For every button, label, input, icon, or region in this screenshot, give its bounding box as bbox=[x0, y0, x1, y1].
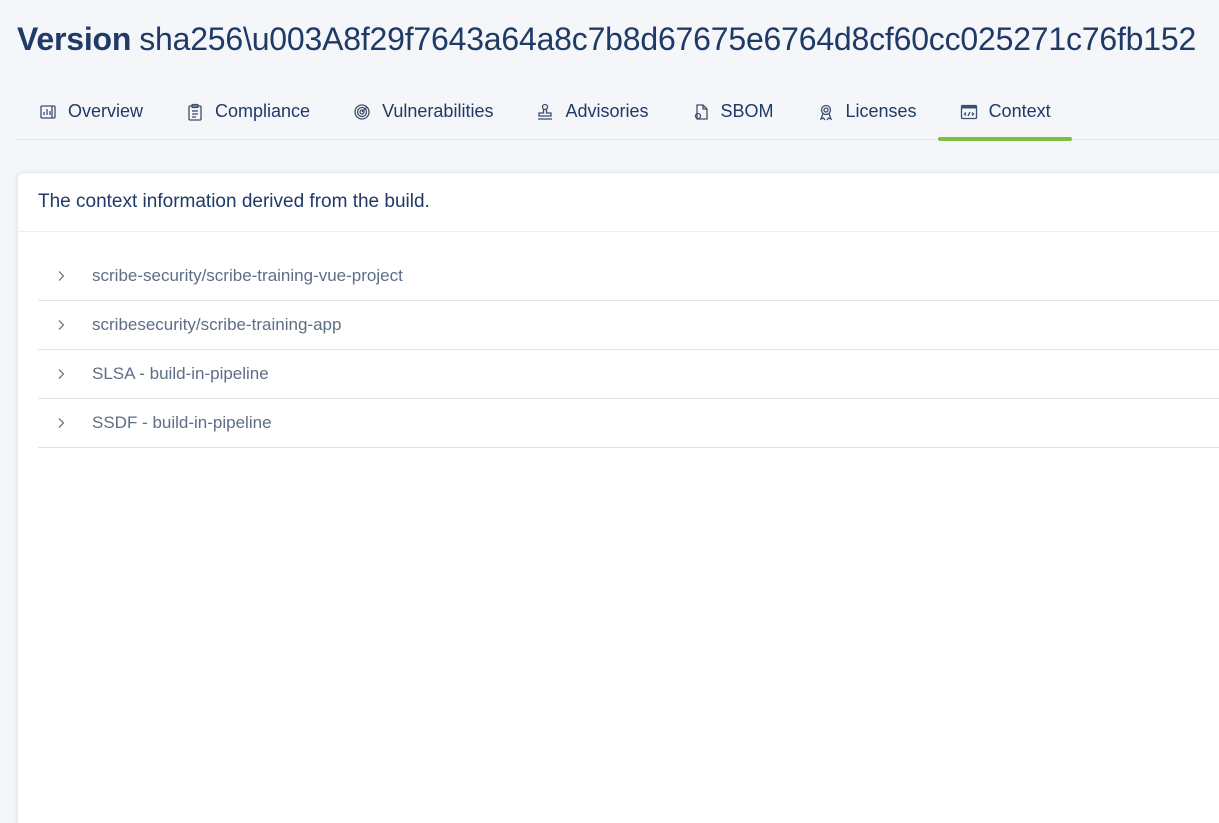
clipboard-icon bbox=[185, 102, 205, 122]
tab-label: Licenses bbox=[845, 101, 917, 121]
radar-icon bbox=[352, 102, 372, 122]
page-title-value: sha256\u003A8f29f7643a64a8c7b8d67675e676… bbox=[139, 21, 1197, 57]
context-item-label: scribe-security/scribe-training-vue-proj… bbox=[92, 266, 403, 285]
page-title-label: Version bbox=[17, 21, 132, 57]
chevron-right-icon[interactable] bbox=[54, 318, 68, 332]
overview-icon bbox=[38, 102, 58, 122]
context-item-label: SSDF - build-in-pipeline bbox=[92, 413, 272, 432]
page-title: Version sha256\u003A8f29f7643a64a8c7b8d67… bbox=[17, 18, 1196, 60]
document-icon bbox=[691, 102, 711, 122]
code-window-icon bbox=[959, 102, 979, 122]
context-item-label: SLSA - build-in-pipeline bbox=[92, 364, 269, 383]
tab-context[interactable]: Context bbox=[937, 84, 1072, 141]
tab-label: SBOM bbox=[720, 101, 774, 121]
tab-label: Overview bbox=[68, 101, 144, 121]
tab-advisories[interactable]: Advisories bbox=[514, 84, 669, 139]
tab-vulnerabilities[interactable]: Vulnerabilities bbox=[331, 84, 514, 139]
context-item-training-app[interactable]: scribesecurity/scribe-training-app bbox=[38, 301, 1219, 350]
tab-compliance[interactable]: Compliance bbox=[164, 84, 331, 139]
context-card-heading: The context information derived from the… bbox=[18, 173, 1219, 232]
award-icon bbox=[816, 102, 836, 122]
context-item-ssdf[interactable]: SSDF - build-in-pipeline bbox=[38, 399, 1219, 448]
tab-label: Compliance bbox=[215, 101, 311, 121]
stamp-icon bbox=[535, 102, 555, 122]
context-item-label: scribesecurity/scribe-training-app bbox=[92, 315, 342, 334]
page: Version sha256\u003A8f29f7643a64a8c7b8d67… bbox=[0, 0, 1219, 823]
tab-label: Vulnerabilities bbox=[382, 101, 494, 121]
tab-label: Advisories bbox=[565, 101, 649, 121]
chevron-right-icon[interactable] bbox=[54, 416, 68, 430]
tab-overview[interactable]: Overview bbox=[17, 84, 164, 139]
chevron-right-icon[interactable] bbox=[54, 269, 68, 283]
tab-bar: Overview Compliance Vulnerabilities Advi… bbox=[17, 84, 1219, 141]
context-item-slsa[interactable]: SLSA - build-in-pipeline bbox=[38, 350, 1219, 399]
chevron-right-icon[interactable] bbox=[54, 367, 68, 381]
tab-licenses[interactable]: Licenses bbox=[795, 84, 938, 139]
tab-sbom[interactable]: SBOM bbox=[670, 84, 795, 139]
context-list: scribe-security/scribe-training-vue-proj… bbox=[38, 252, 1219, 448]
context-card: The context information derived from the… bbox=[17, 172, 1219, 823]
tab-label: Context bbox=[988, 101, 1051, 121]
context-item-vue-project[interactable]: scribe-security/scribe-training-vue-proj… bbox=[38, 252, 1219, 301]
